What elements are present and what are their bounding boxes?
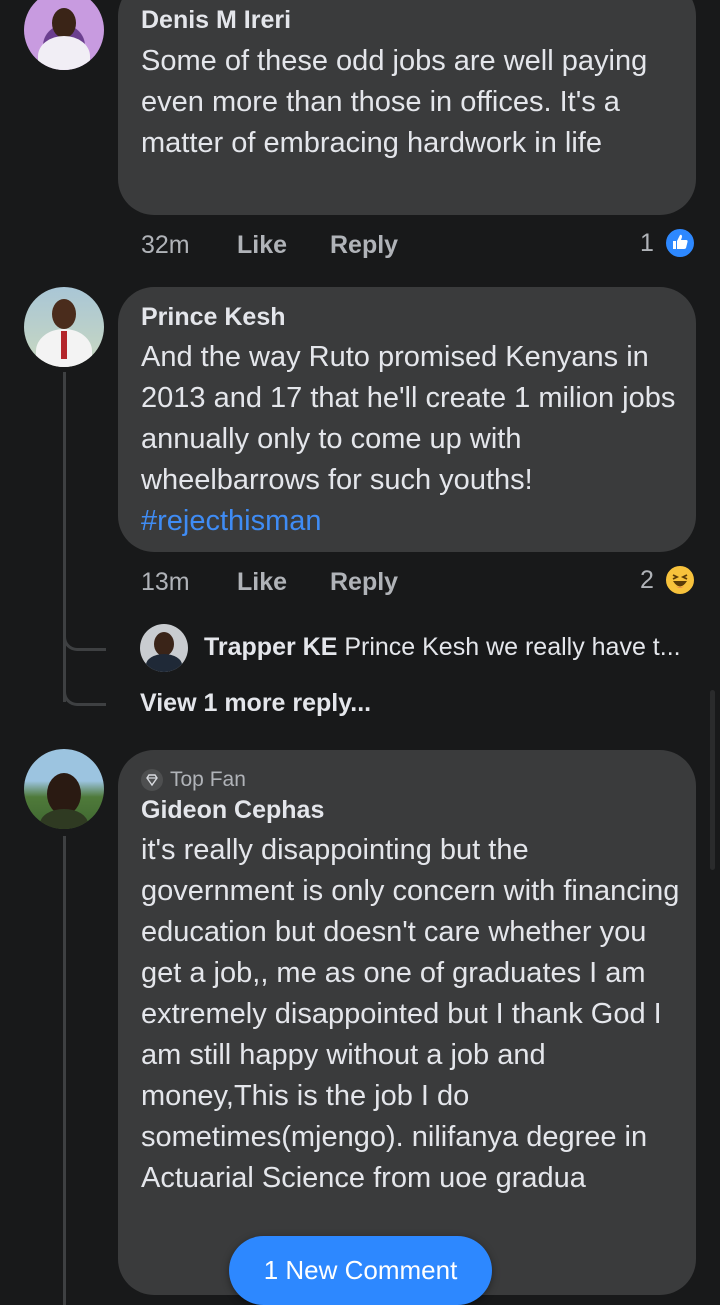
reaction-count[interactable]: 2 (640, 566, 654, 595)
thread-branch (63, 614, 106, 651)
top-fan-badge: Top Fan (141, 768, 246, 792)
comment-author[interactable]: Denis M Ireri (141, 6, 291, 35)
thread-branch (63, 670, 106, 706)
reply-preview[interactable]: Trapper KE Prince Kesh we really have t.… (204, 633, 681, 662)
comment-text: it's really disappointing but the govern… (141, 834, 680, 1194)
comment-author[interactable]: Gideon Cephas (141, 796, 324, 825)
comment-body: And the way Ruto promised Kenyans in 201… (141, 341, 676, 496)
avatar[interactable] (140, 624, 188, 672)
thread-line (63, 372, 66, 702)
new-comment-button[interactable]: 1 New Comment (229, 1236, 492, 1305)
thread-line (63, 836, 66, 1305)
hashtag-link[interactable]: #rejecthisman (141, 505, 322, 537)
view-more-replies[interactable]: View 1 more reply... (140, 689, 371, 718)
like-button[interactable]: Like (237, 568, 287, 597)
reply-text: Prince Kesh we really have t... (344, 633, 681, 661)
comment-author[interactable]: Prince Kesh (141, 303, 286, 332)
reaction-count[interactable]: 1 (640, 229, 654, 258)
badge-label: Top Fan (170, 768, 246, 791)
avatar[interactable] (24, 287, 104, 367)
comment-text: Some of these odd jobs are well paying e… (141, 45, 648, 159)
comment-text: And the way Ruto promised Kenyans in 201… (141, 337, 676, 542)
haha-icon[interactable] (664, 564, 696, 596)
avatar[interactable] (24, 0, 104, 70)
like-icon[interactable] (664, 227, 696, 259)
like-button[interactable]: Like (237, 231, 287, 260)
reply-author[interactable]: Trapper KE (204, 633, 337, 661)
new-comment-label[interactable]: 1 New Comment (264, 1255, 458, 1286)
diamond-icon (141, 769, 163, 791)
avatar[interactable] (24, 749, 104, 829)
reply-button[interactable]: Reply (330, 231, 398, 260)
scrollbar[interactable] (710, 690, 715, 870)
reply-button[interactable]: Reply (330, 568, 398, 597)
comment-time[interactable]: 13m (141, 568, 190, 597)
comment-time[interactable]: 32m (141, 231, 190, 260)
